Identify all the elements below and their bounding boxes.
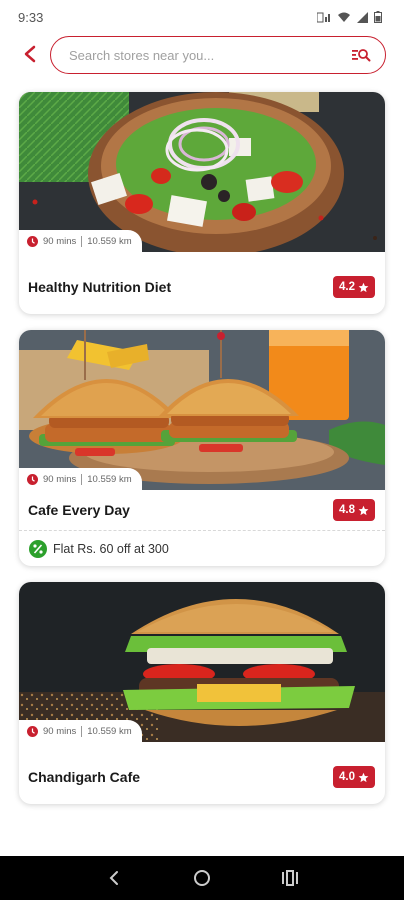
rating-value: 4.0 bbox=[339, 771, 355, 783]
arrow-left-icon bbox=[24, 45, 36, 63]
meta-divider bbox=[81, 473, 83, 485]
rating-badge: 4.8 bbox=[333, 499, 375, 521]
store-card[interactable]: 90 mins 10.559 km Healthy Nutrition Diet… bbox=[19, 92, 385, 314]
title-row: Chandigarh Cafe 4.0 bbox=[19, 756, 385, 798]
delivery-time: 90 mins bbox=[43, 235, 77, 247]
star-icon bbox=[358, 282, 369, 292]
store-meta: 90 mins 10.559 km bbox=[19, 720, 142, 742]
status-icons bbox=[317, 11, 382, 23]
home-circle-icon bbox=[194, 870, 210, 886]
star-icon bbox=[358, 772, 369, 782]
chevron-left-icon bbox=[109, 871, 118, 885]
store-distance: 10.559 km bbox=[87, 725, 132, 737]
search-input[interactable] bbox=[69, 47, 349, 63]
store-title: Healthy Nutrition Diet bbox=[28, 279, 172, 295]
store-meta: 90 mins 10.559 km bbox=[19, 468, 142, 490]
rating-badge: 4.2 bbox=[333, 276, 375, 298]
nav-recents-button[interactable] bbox=[275, 863, 305, 893]
store-meta: 90 mins 10.559 km bbox=[19, 230, 142, 252]
store-list: 90 mins 10.559 km Healthy Nutrition Diet… bbox=[19, 92, 385, 820]
percent-badge-icon bbox=[29, 539, 47, 558]
meta-divider bbox=[81, 235, 83, 247]
title-row: Cafe Every Day 4.8 bbox=[19, 490, 385, 530]
top-bar bbox=[0, 34, 404, 74]
meta-divider bbox=[81, 725, 83, 737]
store-distance: 10.559 km bbox=[87, 235, 132, 247]
title-row: Healthy Nutrition Diet 4.2 bbox=[19, 266, 385, 308]
status-time: 9:33 bbox=[18, 9, 44, 25]
signal-4g-icon bbox=[317, 12, 330, 22]
rating-value: 4.2 bbox=[339, 281, 355, 293]
search-bar[interactable] bbox=[50, 36, 386, 74]
nav-back-button[interactable] bbox=[99, 863, 129, 893]
delivery-time: 90 mins bbox=[43, 725, 77, 737]
store-image-burgers: 90 mins 10.559 km bbox=[19, 330, 385, 490]
rating-value: 4.8 bbox=[339, 504, 355, 516]
back-button[interactable] bbox=[18, 42, 42, 66]
clock-icon bbox=[27, 473, 38, 485]
rating-badge: 4.0 bbox=[333, 766, 375, 788]
store-distance: 10.559 km bbox=[87, 473, 132, 485]
search-list-icon bbox=[352, 49, 371, 62]
cell-signal-icon bbox=[357, 11, 368, 23]
store-title: Cafe Every Day bbox=[28, 502, 130, 518]
store-card[interactable]: 90 mins 10.559 km Chandigarh Cafe 4.0 bbox=[19, 582, 385, 804]
delivery-time: 90 mins bbox=[43, 473, 77, 485]
offer-text: Flat Rs. 60 off at 300 bbox=[53, 541, 169, 556]
star-icon bbox=[358, 505, 369, 515]
system-nav-bar bbox=[0, 856, 404, 900]
status-bar: 9:33 bbox=[0, 0, 404, 34]
store-card[interactable]: 90 mins 10.559 km Cafe Every Day 4.8 Fla… bbox=[19, 330, 385, 566]
battery-icon bbox=[374, 11, 382, 23]
nav-home-button[interactable] bbox=[187, 863, 217, 893]
store-image-burger: 90 mins 10.559 km bbox=[19, 582, 385, 742]
clock-icon bbox=[27, 235, 38, 247]
store-title: Chandigarh Cafe bbox=[28, 769, 141, 785]
offer-row: Flat Rs. 60 off at 300 bbox=[19, 530, 385, 566]
store-image-salad: 90 mins 10.559 km bbox=[19, 92, 385, 252]
wifi-icon bbox=[338, 12, 350, 22]
search-button[interactable] bbox=[349, 43, 373, 67]
clock-icon bbox=[27, 725, 38, 737]
recents-icon bbox=[282, 870, 298, 886]
